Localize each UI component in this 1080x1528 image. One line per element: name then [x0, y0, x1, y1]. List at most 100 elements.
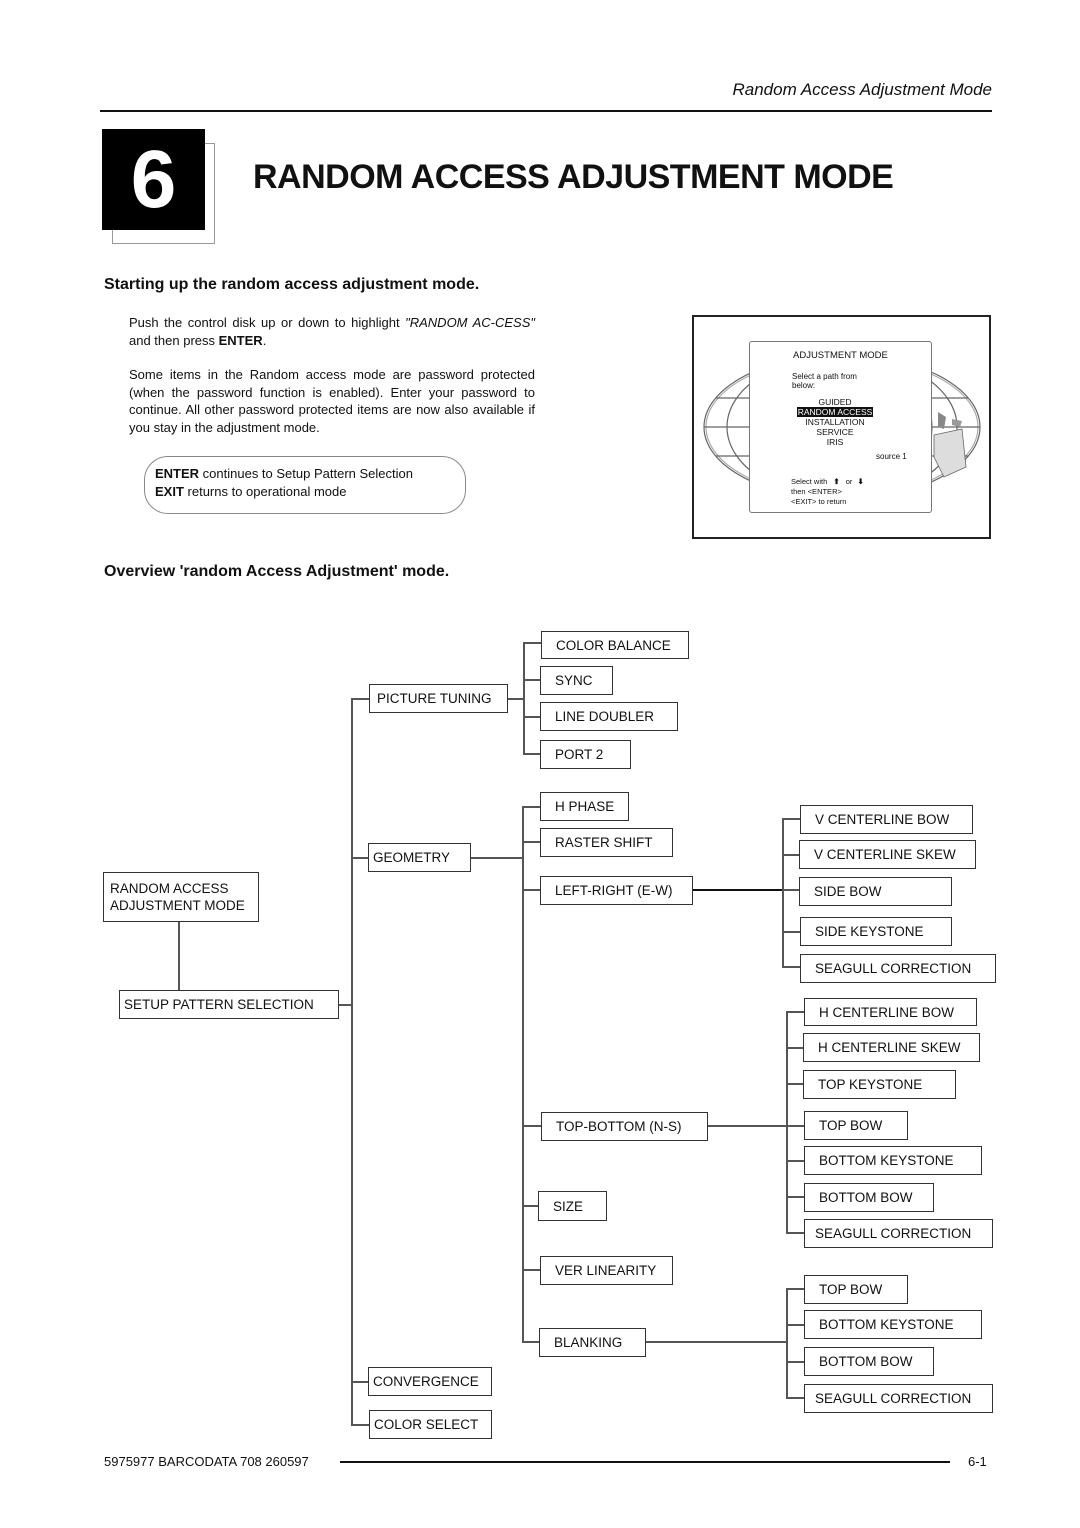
connector: [523, 642, 525, 754]
connector: [786, 1160, 804, 1162]
node-size: SIZE: [538, 1191, 607, 1221]
callout-exit-text: returns to operational mode: [183, 484, 347, 499]
connector: [786, 1232, 804, 1234]
para1-bold: ENTER: [218, 332, 263, 348]
osd-item-random-access-selected[interactable]: RANDOM ACCESS: [796, 407, 874, 417]
connector: [351, 1381, 369, 1383]
connector: [645, 1341, 787, 1343]
osd-item-installation[interactable]: INSTALLATION: [780, 417, 890, 427]
callout-line-exit: EXIT returns to operational mode: [155, 483, 465, 501]
connector: [507, 698, 524, 700]
connector: [786, 1288, 788, 1398]
connector: [782, 966, 800, 968]
callout-enter-text: continues to Setup Pattern Selection: [199, 466, 413, 481]
header-rule: [100, 110, 992, 112]
node-left-right: LEFT-RIGHT (E-W): [540, 876, 693, 905]
osd-hint-line3: <EXIT> to return: [791, 497, 847, 506]
node-bottom-bow-blanking: BOTTOM BOW: [804, 1347, 934, 1376]
connector: [522, 841, 541, 843]
node-bottom-keystone-tb: BOTTOM KEYSTONE: [804, 1146, 982, 1175]
node-root: RANDOM ACCESS ADJUSTMENT MODE: [103, 872, 259, 922]
chapter-title: RANDOM ACCESS ADJUSTMENT MODE: [253, 158, 894, 196]
connector: [523, 753, 541, 755]
connector: [786, 1083, 803, 1085]
osd-item-guided[interactable]: GUIDED: [780, 397, 890, 407]
node-convergence: CONVERGENCE: [368, 1367, 492, 1396]
node-geometry: GEOMETRY: [368, 843, 471, 872]
para1-text-c: .: [262, 332, 267, 348]
connector: [351, 857, 369, 859]
node-top-bow-tb: TOP BOW: [804, 1111, 908, 1140]
connector: [692, 889, 783, 891]
connector: [523, 679, 541, 681]
osd-hint-select: Select with: [791, 477, 828, 486]
connector: [782, 854, 799, 856]
osd-title: ADJUSTMENT MODE: [793, 350, 888, 361]
osd-prompt-line2: below:: [792, 381, 816, 390]
connector: [523, 716, 541, 718]
node-root-line1: RANDOM ACCESS: [110, 881, 229, 896]
connector: [178, 921, 180, 991]
node-side-keystone: SIDE KEYSTONE: [800, 917, 952, 946]
connector: [470, 857, 523, 859]
connector: [786, 1196, 804, 1198]
node-port-2: PORT 2: [540, 740, 631, 769]
node-side-bow: SIDE BOW: [799, 877, 952, 906]
node-raster-shift: RASTER SHIFT: [540, 828, 673, 857]
callout-box: ENTER continues to Setup Pattern Selecti…: [144, 456, 466, 514]
para1-text-b: and then press: [129, 332, 219, 348]
connector: [782, 889, 799, 891]
connector: [782, 818, 800, 820]
connector: [351, 1424, 370, 1426]
osd-item-service[interactable]: SERVICE: [780, 427, 890, 437]
connector: [786, 1047, 803, 1049]
connector: [522, 1205, 538, 1207]
connector: [786, 1288, 804, 1290]
node-setup-pattern-selection: SETUP PATTERN SELECTION: [119, 990, 339, 1019]
connector: [522, 889, 541, 891]
connector: [522, 806, 542, 808]
paragraph-password: Some items in the Random access mode are…: [129, 367, 535, 435]
connector: [522, 1125, 541, 1127]
callout-enter-key: ENTER: [155, 466, 200, 481]
connector: [522, 1269, 540, 1271]
connector: [786, 1361, 804, 1363]
node-top-bottom: TOP-BOTTOM (N-S): [541, 1112, 708, 1141]
connector: [707, 1125, 787, 1127]
connector: [351, 698, 370, 700]
arrow-down-icon: ⬇: [857, 477, 864, 486]
connector: [786, 1397, 804, 1399]
connector: [351, 698, 353, 1425]
node-h-centerline-bow: H CENTERLINE BOW: [804, 998, 977, 1026]
node-v-centerline-bow: V CENTERLINE BOW: [800, 805, 973, 834]
node-seagull-correction-lr: SEAGULL CORRECTION: [800, 954, 996, 983]
footer-document-id: 5975977 BARCODATA 708 260597: [104, 1454, 309, 1469]
node-top-bow-blanking: TOP BOW: [804, 1275, 908, 1304]
para1-text-a: Push the control disk up or down to high…: [129, 315, 406, 330]
connector: [782, 931, 800, 933]
chapter-number: 6: [102, 129, 205, 230]
osd-source: source 1: [876, 452, 907, 461]
node-blanking: BLANKING: [539, 1328, 646, 1357]
node-bottom-keystone-blanking: BOTTOM KEYSTONE: [804, 1310, 982, 1339]
connector: [522, 806, 524, 1342]
osd-item-iris[interactable]: IRIS: [780, 437, 890, 447]
footer-page-number: 6-1: [968, 1454, 987, 1469]
node-v-centerline-skew: V CENTERLINE SKEW: [799, 840, 976, 869]
osd-hint-line1: Select with ⬆ or ⬇: [791, 477, 864, 487]
connector: [786, 1324, 804, 1326]
connector: [786, 1011, 804, 1013]
osd-hint-line2: then <ENTER>: [791, 487, 842, 496]
node-line-doubler: LINE DOUBLER: [540, 702, 678, 731]
node-h-phase: H PHASE: [540, 792, 629, 821]
osd-menu-panel: ADJUSTMENT MODE Select a path from below…: [749, 341, 932, 513]
node-bottom-bow-tb: BOTTOM BOW: [804, 1183, 934, 1212]
node-top-keystone: TOP KEYSTONE: [803, 1070, 956, 1099]
node-h-centerline-skew: H CENTERLINE SKEW: [803, 1033, 980, 1062]
node-sync: SYNC: [540, 666, 613, 695]
callout-line-enter: ENTER continues to Setup Pattern Selecti…: [155, 465, 465, 483]
arrow-up-icon: ⬆: [833, 477, 840, 486]
node-picture-tuning: PICTURE TUNING: [369, 684, 508, 713]
connector: [338, 1004, 352, 1006]
connector: [786, 1011, 788, 1233]
